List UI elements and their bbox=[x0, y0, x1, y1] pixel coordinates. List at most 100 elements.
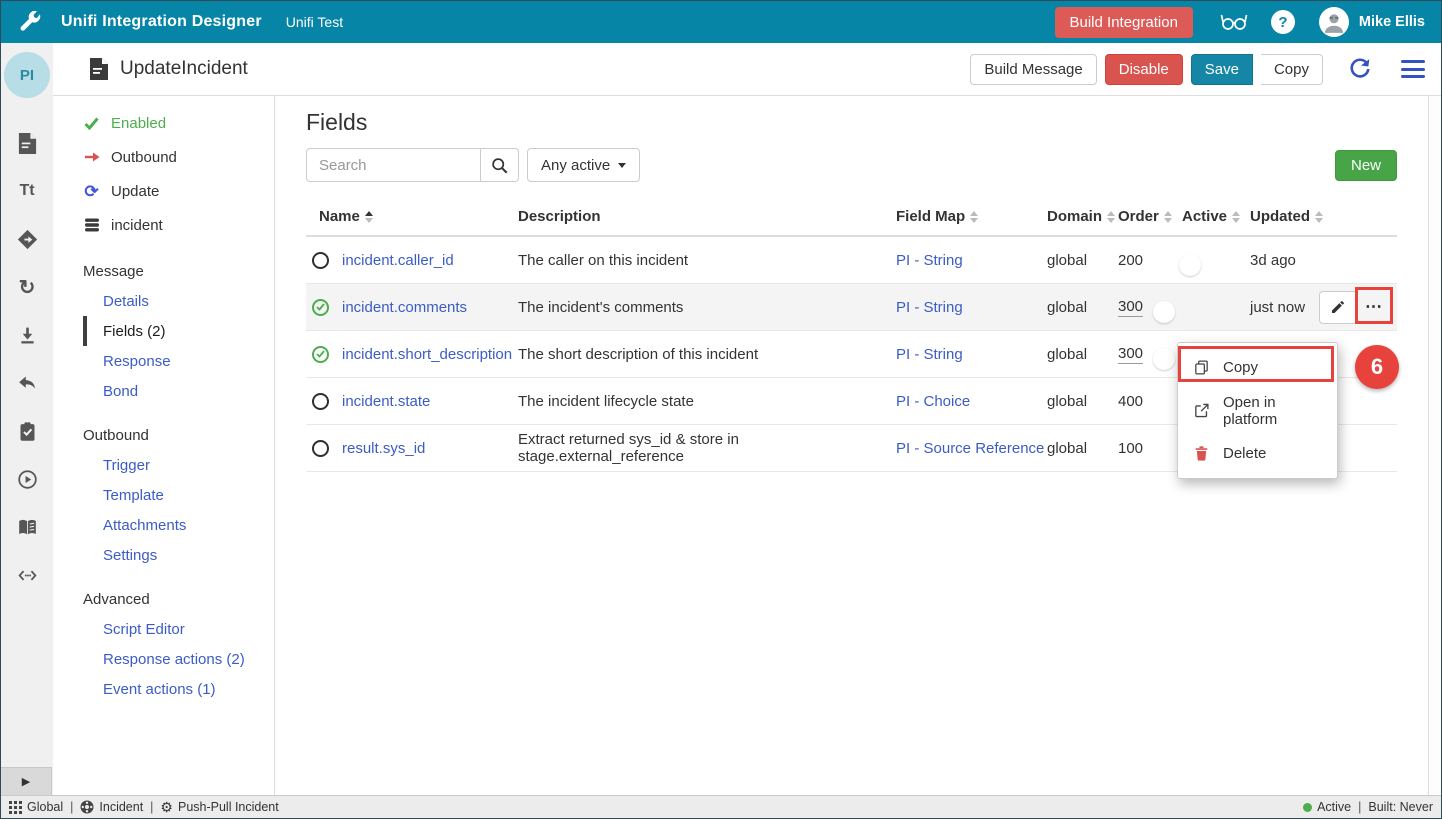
statusbar-incident[interactable]: Incident bbox=[80, 800, 143, 814]
field-map-link[interactable]: PI - Choice bbox=[896, 393, 1047, 410]
sidebar-item-trigger[interactable]: Trigger bbox=[83, 450, 274, 480]
field-map-link[interactable]: PI - String bbox=[896, 299, 1047, 316]
rail-code-icon[interactable] bbox=[3, 551, 51, 599]
context-menu-delete[interactable]: Delete bbox=[1178, 432, 1337, 475]
active-status-icon bbox=[312, 299, 329, 316]
integration-avatar[interactable]: PI bbox=[4, 52, 50, 98]
copy-record-button[interactable]: Copy bbox=[1261, 54, 1323, 85]
disable-button[interactable]: Disable bbox=[1105, 54, 1183, 85]
sidebar-item-fields[interactable]: Fields (2) bbox=[83, 316, 274, 346]
column-header-name[interactable]: Name bbox=[306, 208, 518, 225]
rail-tasks-icon[interactable] bbox=[3, 407, 51, 455]
rail-history-icon[interactable]: ↻ bbox=[3, 263, 51, 311]
column-header-field-map[interactable]: Field Map bbox=[896, 208, 1047, 225]
search-input[interactable] bbox=[306, 148, 481, 182]
top-navbar: Unifi Integration Designer Unifi Test Bu… bbox=[1, 1, 1441, 43]
sidebar-item-attachments[interactable]: Attachments bbox=[83, 510, 274, 540]
build-message-button[interactable]: Build Message bbox=[970, 54, 1096, 85]
field-name-link[interactable]: incident.short_description bbox=[342, 346, 518, 363]
build-integration-button[interactable]: Build Integration bbox=[1055, 7, 1193, 38]
inactive-status-icon bbox=[312, 440, 329, 457]
save-button[interactable]: Save bbox=[1191, 54, 1253, 85]
rail-collapse-button[interactable]: ▶ bbox=[1, 767, 52, 795]
column-header-updated[interactable]: Updated bbox=[1250, 208, 1334, 225]
field-map-link[interactable]: PI - Source Reference bbox=[896, 440, 1047, 457]
sidebar-item-settings[interactable]: Settings bbox=[83, 540, 274, 570]
order-value[interactable]: 300 bbox=[1118, 298, 1143, 317]
field-map-link[interactable]: PI - String bbox=[896, 346, 1047, 363]
column-header-description[interactable]: Description bbox=[518, 208, 896, 225]
trash-icon bbox=[1193, 445, 1210, 462]
rail-text-format-icon[interactable]: Tt bbox=[3, 167, 51, 215]
project-name-link[interactable]: Unifi Test bbox=[286, 14, 343, 30]
field-map-link[interactable]: PI - String bbox=[896, 252, 1047, 269]
field-name-link[interactable]: incident.comments bbox=[342, 299, 518, 316]
document-icon bbox=[89, 58, 109, 80]
rail-download-icon[interactable] bbox=[3, 311, 51, 359]
column-header-active[interactable]: Active bbox=[1182, 208, 1250, 225]
rail-share-icon[interactable] bbox=[3, 215, 51, 263]
sidebar-section-advanced: Advanced Script Editor Response actions … bbox=[53, 584, 274, 704]
arrow-right-icon bbox=[83, 151, 100, 163]
sidebar-item-event-actions[interactable]: Event actions (1) bbox=[83, 674, 274, 704]
sort-icon bbox=[1315, 211, 1323, 223]
filter-dropdown[interactable]: Any active bbox=[527, 148, 640, 182]
user-name[interactable]: Mike Ellis bbox=[1359, 14, 1425, 30]
field-name-link[interactable]: incident.caller_id bbox=[342, 252, 518, 269]
user-face-icon bbox=[1321, 9, 1347, 35]
order-value[interactable]: 300 bbox=[1118, 345, 1143, 364]
rail-document-icon[interactable] bbox=[3, 119, 51, 167]
inactive-status-icon bbox=[312, 252, 329, 269]
list-controls: Any active New bbox=[306, 148, 1397, 182]
app-window: Unifi Integration Designer Unifi Test Bu… bbox=[0, 0, 1442, 819]
field-name-link[interactable]: incident.state bbox=[342, 393, 518, 410]
edit-button[interactable] bbox=[1319, 291, 1357, 324]
disc-icon bbox=[80, 800, 94, 814]
sidebar-item-template[interactable]: Template bbox=[83, 480, 274, 510]
grid-icon bbox=[9, 801, 22, 814]
help-icon[interactable]: ? bbox=[1271, 10, 1295, 34]
new-button[interactable]: New bbox=[1335, 150, 1397, 181]
built-status-label: Built: Never bbox=[1368, 800, 1433, 814]
sort-icon bbox=[970, 211, 978, 223]
copy-icon bbox=[1193, 359, 1210, 376]
page-title: Fields bbox=[306, 109, 1397, 136]
sidebar-item-outbound[interactable]: Outbound bbox=[53, 140, 274, 174]
sidebar-section-outbound: Outbound Trigger Template Attachments Se… bbox=[53, 420, 274, 570]
record-header: UpdateIncident Build Message Disable Sav… bbox=[53, 43, 1441, 96]
statusbar-global[interactable]: Global bbox=[9, 800, 63, 814]
field-name-link[interactable]: result.sys_id bbox=[342, 440, 518, 457]
sidebar-item-update[interactable]: ⟳ Update bbox=[53, 174, 274, 208]
context-menu-copy[interactable]: Copy bbox=[1178, 346, 1337, 389]
column-header-domain[interactable]: Domain bbox=[1047, 208, 1118, 225]
glasses-icon[interactable] bbox=[1219, 11, 1249, 33]
pencil-icon bbox=[1330, 299, 1346, 315]
rail-reply-icon[interactable] bbox=[3, 359, 51, 407]
sidebar-item-response[interactable]: Response bbox=[83, 346, 274, 376]
sidebar-item-enabled[interactable]: Enabled bbox=[53, 106, 274, 140]
wrench-icon bbox=[17, 10, 41, 34]
gear-icon: ⚙ bbox=[160, 800, 173, 814]
chevron-down-icon bbox=[618, 163, 626, 168]
sidebar-item-script-editor[interactable]: Script Editor bbox=[83, 614, 274, 644]
sidebar: Enabled Outbound ⟳ Update incident Messa… bbox=[53, 96, 275, 795]
record-actions: Build Message Disable Save Copy bbox=[970, 54, 1425, 85]
column-header-order[interactable]: Order bbox=[1118, 208, 1182, 225]
rail-documentation-icon[interactable] bbox=[3, 503, 51, 551]
sort-icon bbox=[1164, 211, 1172, 223]
menu-icon[interactable] bbox=[1401, 60, 1425, 78]
statusbar-process[interactable]: ⚙ Push-Pull Incident bbox=[160, 800, 278, 814]
row-menu-button[interactable]: ⋯ bbox=[1357, 291, 1391, 324]
sidebar-item-bond[interactable]: Bond bbox=[83, 376, 274, 406]
sidebar-item-details[interactable]: Details bbox=[83, 286, 274, 316]
sidebar-item-incident[interactable]: incident bbox=[53, 208, 274, 242]
sync-icon: ⟳ bbox=[83, 183, 100, 200]
table-row: incident.comments The incident's comment… bbox=[306, 284, 1397, 331]
sidebar-item-response-actions[interactable]: Response actions (2) bbox=[83, 644, 274, 674]
refresh-icon[interactable] bbox=[1347, 57, 1371, 81]
context-menu-open-in-platform[interactable]: Open in platform bbox=[1178, 389, 1337, 432]
search-button[interactable] bbox=[481, 148, 519, 182]
avatar[interactable] bbox=[1319, 7, 1349, 37]
search-group bbox=[306, 148, 519, 182]
rail-play-icon[interactable] bbox=[3, 455, 51, 503]
